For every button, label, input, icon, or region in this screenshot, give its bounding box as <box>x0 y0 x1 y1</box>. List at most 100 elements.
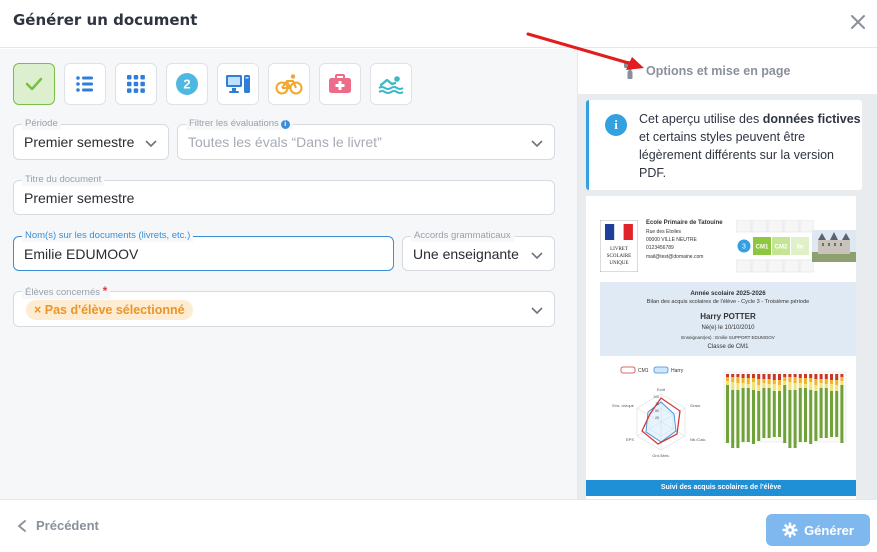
doc-footer-band: Suivi des acquis scolaires de l'élève <box>586 480 856 496</box>
tool-bicycle[interactable] <box>268 63 310 105</box>
svg-text:SCOLAIRE: SCOLAIRE <box>607 254 631 259</box>
preview-info-box: i Cet aperçu utilise des données fictive… <box>586 100 862 190</box>
bar-segment <box>762 374 766 379</box>
bar-segment <box>741 378 745 383</box>
modal-header: Générer un document <box>0 0 877 48</box>
bar-segment <box>793 383 797 390</box>
bar-segment <box>752 382 755 390</box>
tool-list[interactable] <box>64 63 106 105</box>
svg-text:25: 25 <box>655 416 659 420</box>
filtre-evaluations-select[interactable]: Filtrer les évaluations i Toutes les éval… <box>177 118 555 160</box>
svg-text:100: 100 <box>653 395 659 399</box>
svg-text:Ecrit: Ecrit <box>657 387 666 392</box>
chevron-left-icon <box>17 519 26 532</box>
precedent-button[interactable]: Précédent <box>16 518 99 533</box>
generer-button[interactable]: Générer <box>766 514 870 546</box>
bar-segment <box>809 382 813 390</box>
tool-swimmer[interactable] <box>370 63 412 105</box>
preview-panel: Options et mise en page i Cet aperçu uti… <box>577 49 877 501</box>
noms-label: Nom(s) sur les documents (livrets, etc.) <box>22 230 194 242</box>
student-name: Harry POTTER <box>700 312 756 321</box>
bar-segment <box>804 388 807 442</box>
bar-segment <box>783 385 787 443</box>
bar-segment <box>746 388 750 442</box>
bar-segment <box>736 383 740 390</box>
accords-grammaticaux-select[interactable]: Accords grammaticaux Une enseignante <box>402 230 555 271</box>
info-icon: i <box>605 114 627 136</box>
republique-logo: LIVRET SCOLAIRE UNIQUE <box>600 220 638 272</box>
svg-text:50: 50 <box>655 409 659 413</box>
tool-computer[interactable] <box>217 63 259 105</box>
noms-documents-input[interactable]: Nom(s) sur les documents (livrets, etc.)… <box>13 230 394 271</box>
eleves-concernes-select[interactable]: Élèves concernés * × Pas d'élève sélecti… <box>13 285 555 327</box>
bar-segment <box>762 388 766 438</box>
bar-segment <box>840 381 844 385</box>
tool-grid[interactable] <box>115 63 157 105</box>
tool-number-two[interactable]: 2 <box>166 63 208 105</box>
first-aid-kit-icon <box>329 74 351 93</box>
periode-select[interactable]: Période Premier semestre <box>13 118 169 160</box>
bar-segment <box>840 374 844 377</box>
svg-text:Ens. civique: Ens. civique <box>612 403 634 408</box>
noms-value: Emilie EDUMOOV <box>24 246 139 262</box>
accords-label: Accords grammaticaux <box>411 230 514 242</box>
bar-segment <box>767 374 771 379</box>
bar-segment <box>757 379 761 385</box>
teacher-line: Enseignant(es) : Emilie SUPPORT EDUMOOV <box>681 335 775 340</box>
accords-value: Une enseignante <box>413 246 519 262</box>
bar-segment <box>824 374 828 379</box>
bar-segment <box>793 374 797 377</box>
filtre-label: Filtrer les évaluations <box>189 118 279 129</box>
stacked-bar-chart <box>723 371 847 448</box>
tool-first-aid[interactable] <box>319 63 361 105</box>
student-birth: Né(e) le 10/10/2010 <box>701 325 755 331</box>
bar-segment <box>804 384 807 388</box>
bar-segment <box>798 378 802 383</box>
bar-segment <box>726 377 729 381</box>
bar-segment <box>757 385 761 391</box>
bar-segment <box>830 374 833 380</box>
bar-segment <box>767 384 771 388</box>
bar-segment <box>783 374 787 377</box>
bar-segment <box>726 374 729 377</box>
bar-segment <box>814 385 818 391</box>
bar-segment <box>798 374 802 378</box>
castle-image <box>812 230 856 262</box>
list-icon <box>76 76 93 92</box>
info-icon[interactable]: i <box>280 120 290 129</box>
chevron-down-icon <box>531 140 543 148</box>
bar-segment <box>804 374 807 378</box>
school-address1: Rue des Etoiles <box>646 229 682 235</box>
svg-text:3: 3 <box>742 244 746 251</box>
bar-segment <box>819 374 823 379</box>
filtre-placeholder: Toutes les évals “Dans le livret” <box>188 134 382 150</box>
svg-text:Harry: Harry <box>671 368 684 374</box>
bar-segment <box>840 377 844 381</box>
bar-segment <box>830 380 833 384</box>
svg-text:2: 2 <box>183 77 190 92</box>
preview-info-text: Cet aperçu utilise des données fictives … <box>639 112 861 180</box>
close-icon[interactable] <box>848 12 868 32</box>
bar-segment <box>798 383 802 388</box>
bar-segment <box>731 390 735 448</box>
document-preview[interactable]: LIVRET SCOLAIRE UNIQUE Ecole Primaire de… <box>586 196 856 501</box>
bar-segment <box>835 380 839 385</box>
bar-segment <box>767 379 771 384</box>
titre-document-input[interactable]: Titre du document Premier semestre <box>13 174 555 215</box>
bar-segment <box>830 384 833 391</box>
school-address2: 00000 VILLE NEUTRE <box>646 237 697 243</box>
bar-segment <box>809 390 813 444</box>
bar-segment <box>814 391 818 441</box>
bar-segment <box>824 388 828 438</box>
no-student-chip[interactable]: × Pas d'élève sélectionné <box>26 300 193 320</box>
chevron-down-icon <box>531 307 543 315</box>
bar-segment <box>736 377 740 383</box>
bar-segment <box>772 384 776 391</box>
paint-roller-icon[interactable] <box>622 60 638 80</box>
radar-chart: CM1 Harry Ecrit Gram. Nb./Calc. Grd./Mes… <box>612 366 706 458</box>
bar-segment <box>809 374 813 378</box>
options-mise-en-page-link[interactable]: Options et mise en page <box>646 64 790 78</box>
tool-check[interactable] <box>13 63 55 105</box>
bar-segment <box>840 385 844 443</box>
svg-text:Grd./Mes.: Grd./Mes. <box>652 453 670 458</box>
